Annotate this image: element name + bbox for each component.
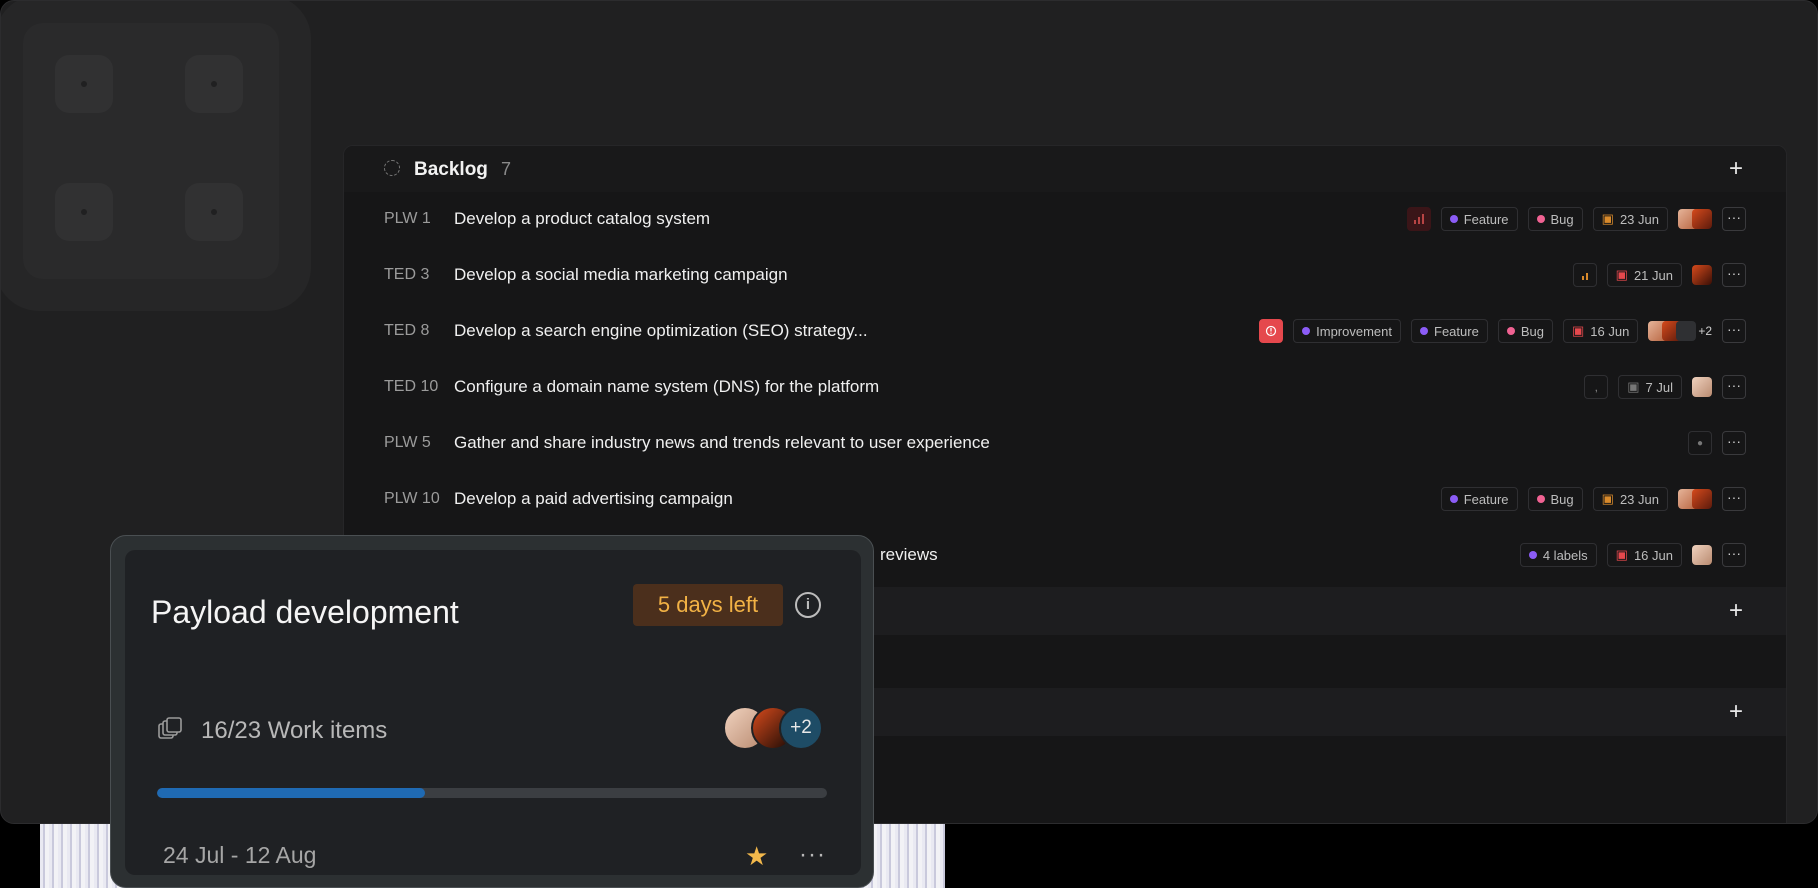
- assignees[interactable]: [1692, 377, 1712, 397]
- info-icon[interactable]: i: [795, 592, 821, 618]
- issue-id: TED 3: [384, 266, 430, 283]
- more-horizontal-icon[interactable]: ···: [1722, 207, 1746, 231]
- priority-high-icon[interactable]: [1406, 207, 1431, 231]
- progress-bar: [157, 788, 827, 798]
- stacked-squares-icon: [158, 717, 182, 739]
- assignees[interactable]: [1692, 265, 1712, 285]
- issue-title[interactable]: reviews: [880, 545, 938, 565]
- plus-icon[interactable]: +: [1726, 700, 1746, 724]
- issue-row[interactable]: PLW 5 Gather and share industry news and…: [344, 416, 1786, 472]
- priority-none-icon[interactable]: ,: [1584, 375, 1609, 399]
- issue-row[interactable]: PLW 1 Develop a product catalog system F…: [344, 192, 1786, 248]
- issue-title[interactable]: Develop a social media marketing campaig…: [454, 265, 788, 285]
- more-horizontal-icon[interactable]: ···: [1722, 375, 1746, 399]
- more-horizontal-icon[interactable]: ···: [1722, 319, 1746, 343]
- label-chip[interactable]: Feature: [1440, 207, 1518, 231]
- issue-id: PLW 10: [384, 490, 440, 507]
- issue-title[interactable]: Configure a domain name system (DNS) for…: [454, 377, 879, 397]
- issue-title[interactable]: Develop a search engine optimization (SE…: [454, 321, 868, 341]
- issue-row[interactable]: TED 10 Configure a domain name system (D…: [344, 360, 1786, 416]
- calendar-icon: ▣: [1615, 267, 1628, 282]
- priority-urgent-icon[interactable]: [1259, 319, 1284, 343]
- label-chip[interactable]: Improvement: [1293, 319, 1402, 343]
- days-left-badge: 5 days left: [633, 584, 783, 626]
- issue-id: TED 8: [384, 322, 430, 339]
- issue-row[interactable]: TED 8 Develop a search engine optimizati…: [344, 304, 1786, 360]
- more-horizontal-icon[interactable]: ···: [1722, 487, 1746, 511]
- priority-medium-icon[interactable]: [1572, 263, 1597, 287]
- issue-id: PLW 1: [384, 210, 431, 227]
- avatar: [1692, 377, 1712, 397]
- label-chip[interactable]: Feature: [1411, 319, 1488, 343]
- label-chip[interactable]: 4 labels: [1519, 543, 1597, 567]
- star-icon[interactable]: ★: [745, 841, 768, 872]
- dashed-circle-icon: [384, 160, 400, 176]
- calendar-icon: ▣: [1601, 491, 1614, 506]
- assignees[interactable]: [1692, 545, 1712, 565]
- due-date-chip[interactable]: ▣ 23 Jun: [1592, 487, 1668, 511]
- label-chip[interactable]: Bug: [1527, 207, 1583, 231]
- due-date-chip[interactable]: ▣ 16 Jun: [1562, 319, 1639, 343]
- plus-icon[interactable]: +: [1726, 599, 1746, 623]
- more-horizontal-icon[interactable]: ···: [1722, 263, 1746, 287]
- calendar-icon: ▣: [1601, 211, 1614, 226]
- group-title: Backlog: [414, 159, 488, 180]
- work-items-count: 16/23 Work items: [201, 717, 388, 744]
- due-date-chip[interactable]: ▣ 7 Jul: [1618, 375, 1682, 399]
- extra-members-count: +2: [779, 706, 823, 750]
- progress-fill: [157, 788, 425, 798]
- issue-id: PLW 5: [384, 434, 431, 451]
- avatar: [1676, 321, 1697, 341]
- app-logo-icon: [1, 1, 311, 311]
- assignee-placeholder-icon[interactable]: ●: [1688, 431, 1712, 455]
- cycle-card[interactable]: Payload development 5 days left i 16/23 …: [110, 535, 874, 888]
- issue-row[interactable]: PLW 10 Develop a paid advertising campai…: [344, 472, 1786, 528]
- assignees[interactable]: [1678, 489, 1712, 509]
- label-chip[interactable]: Bug: [1527, 487, 1583, 511]
- calendar-icon: ▣: [1615, 547, 1628, 562]
- more-horizontal-icon[interactable]: ···: [1722, 543, 1746, 567]
- due-date-chip[interactable]: ▣ 21 Jun: [1606, 263, 1682, 287]
- due-date-chip[interactable]: ▣ 23 Jun: [1592, 207, 1668, 231]
- calendar-icon: ▣: [1627, 379, 1640, 394]
- due-date-chip[interactable]: ▣ 16 Jun: [1606, 543, 1682, 567]
- calendar-icon: ▣: [1571, 323, 1585, 338]
- plus-icon[interactable]: +: [1726, 157, 1746, 181]
- avatar: [1692, 489, 1712, 509]
- avatar: [1692, 265, 1712, 285]
- issue-id: TED 10: [384, 378, 439, 395]
- more-horizontal-icon[interactable]: ···: [799, 841, 826, 869]
- group-count: 7: [501, 159, 512, 179]
- label-chip[interactable]: Bug: [1497, 319, 1553, 343]
- cycle-title: Payload development: [151, 594, 459, 630]
- issue-title[interactable]: Develop a paid advertising campaign: [454, 489, 733, 509]
- label-chip[interactable]: Feature: [1440, 487, 1518, 511]
- issue-title[interactable]: Gather and share industry news and trend…: [454, 433, 990, 453]
- backlog-group-header[interactable]: Backlog 7 +: [344, 146, 1786, 192]
- avatar: [1692, 209, 1712, 229]
- more-horizontal-icon[interactable]: ···: [1722, 431, 1746, 455]
- cycle-dates: 24 Jul - 12 Aug: [163, 842, 317, 868]
- extra-assignees-count: +2: [1698, 324, 1712, 338]
- issue-title[interactable]: Develop a product catalog system: [454, 209, 710, 229]
- issue-row[interactable]: TED 3 Develop a social media marketing c…: [344, 248, 1786, 304]
- assignees[interactable]: [1678, 209, 1712, 229]
- avatar: [1692, 545, 1712, 565]
- assignees[interactable]: +2: [1648, 321, 1712, 341]
